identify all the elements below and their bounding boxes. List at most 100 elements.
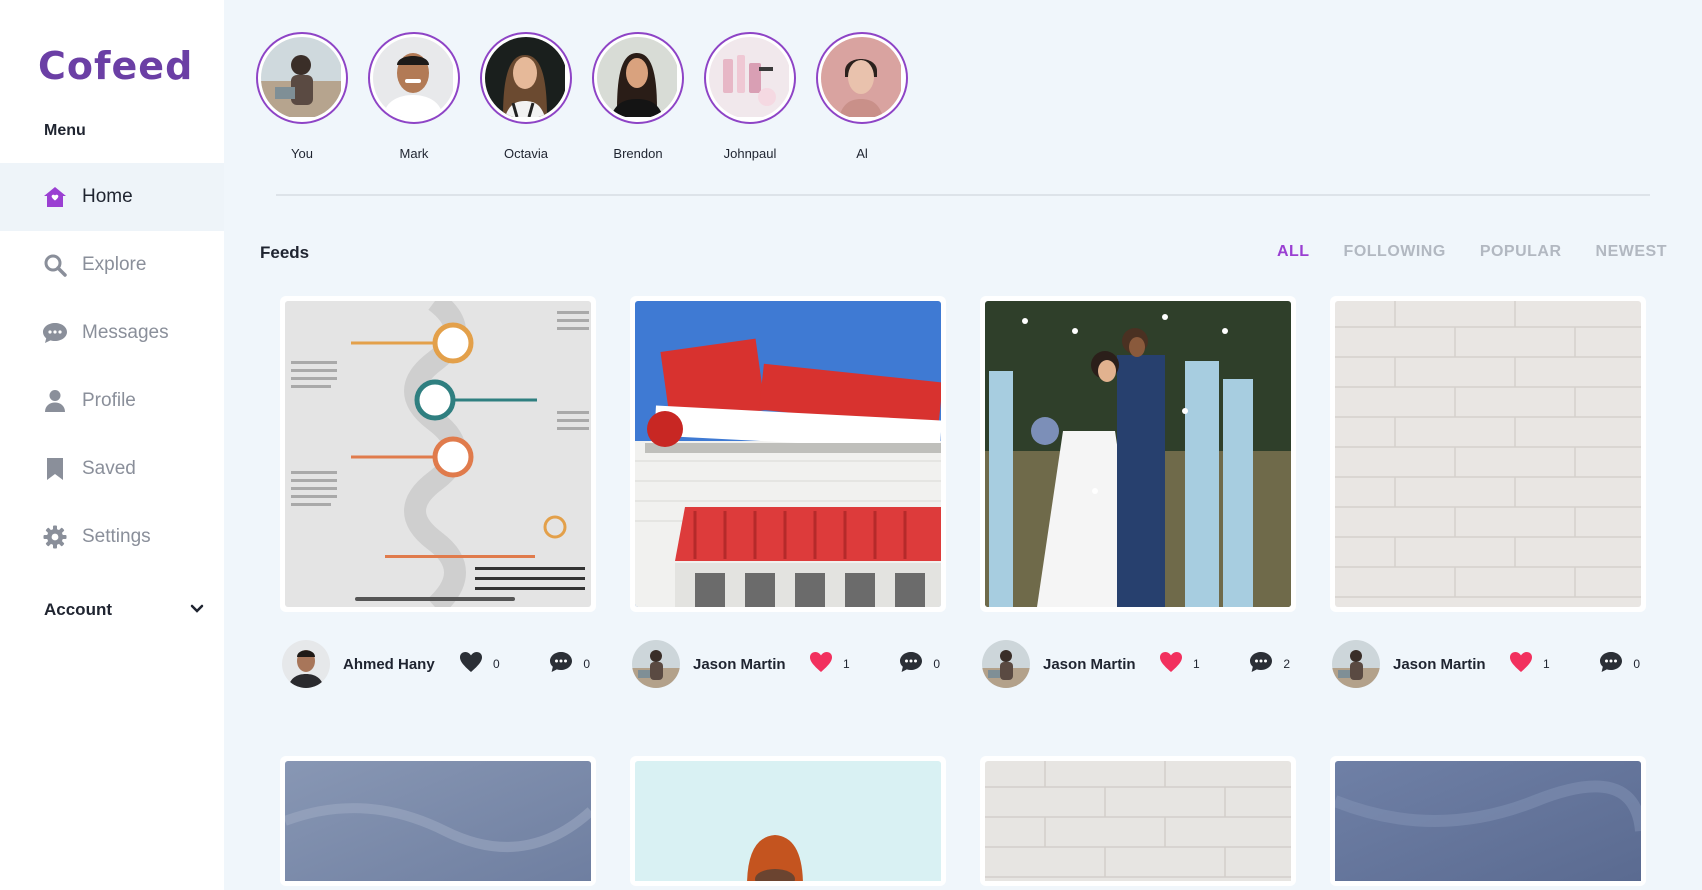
story-item[interactable]: Mark <box>368 32 460 161</box>
comment-button[interactable]: 0 <box>549 651 590 678</box>
sidebar: Cofeed Menu Home Explore Messages Profil… <box>0 0 224 890</box>
like-count: 1 <box>1193 657 1200 671</box>
story-name: Al <box>856 146 868 161</box>
story-avatar <box>709 37 791 119</box>
post-meta: Jason Martin 1 0 <box>1332 638 1648 690</box>
heart-icon <box>809 651 833 678</box>
stories-bar: You Mark Octavia Brendon Johnpaul Al <box>256 32 928 161</box>
section-divider <box>276 194 1650 196</box>
feed-post-card[interactable] <box>980 756 1296 886</box>
search-icon <box>42 252 68 278</box>
post-meta: Jason Martin 1 2 <box>982 638 1298 690</box>
feed-post-card[interactable] <box>280 296 596 612</box>
comment-icon <box>549 651 573 678</box>
sidebar-item-profile[interactable]: Profile <box>0 367 224 435</box>
story-item[interactable]: Octavia <box>480 32 572 161</box>
account-toggle[interactable]: Account <box>44 600 204 620</box>
post-author[interactable]: Jason Martin <box>693 656 803 673</box>
heart-icon <box>1159 651 1183 678</box>
like-button[interactable]: 1 <box>809 651 850 678</box>
comment-button[interactable]: 0 <box>1599 651 1640 678</box>
feed-post-card[interactable] <box>630 756 946 886</box>
story-ring <box>704 32 796 124</box>
tab-all[interactable]: ALL <box>1277 243 1310 261</box>
sidebar-item-saved[interactable]: Saved <box>0 435 224 503</box>
post-author[interactable]: Ahmed Hany <box>343 656 453 673</box>
feed-post-card[interactable] <box>1330 756 1646 886</box>
comment-count: 0 <box>1633 657 1640 671</box>
heart-icon <box>459 651 483 678</box>
story-item[interactable]: You <box>256 32 348 161</box>
chevron-down-icon <box>190 601 204 619</box>
post-author[interactable]: Jason Martin <box>1393 656 1503 673</box>
post-image[interactable] <box>985 761 1291 881</box>
chat-bubble-icon <box>42 320 68 346</box>
comment-count: 2 <box>1283 657 1290 671</box>
feed-post-card[interactable] <box>630 296 946 612</box>
tab-following[interactable]: FOLLOWING <box>1344 243 1446 261</box>
sidebar-item-label: Messages <box>82 322 169 343</box>
story-avatar <box>261 37 343 119</box>
feeds-title: Feeds <box>260 243 310 262</box>
feed-post-card[interactable] <box>1330 296 1646 612</box>
post-image[interactable] <box>635 761 941 881</box>
avatar[interactable] <box>282 640 330 688</box>
story-name: Brendon <box>613 146 663 161</box>
home-icon <box>42 184 68 210</box>
sidebar-item-messages[interactable]: Messages <box>0 299 224 367</box>
account-label: Account <box>44 600 112 619</box>
sidebar-item-label: Profile <box>82 390 136 411</box>
sidebar-item-explore[interactable]: Explore <box>0 231 224 299</box>
like-count: 0 <box>493 657 500 671</box>
story-name: Johnpaul <box>723 146 777 161</box>
comment-button[interactable]: 0 <box>899 651 940 678</box>
app-logo[interactable]: Cofeed <box>38 44 193 88</box>
story-item[interactable]: Johnpaul <box>704 32 796 161</box>
post-meta: Ahmed Hany 0 0 <box>282 638 598 690</box>
comment-count: 0 <box>583 657 590 671</box>
comment-button[interactable]: 2 <box>1249 651 1290 678</box>
avatar[interactable] <box>982 640 1030 688</box>
feed-filter-tabs: ALL FOLLOWING POPULAR NEWEST <box>1243 243 1667 261</box>
story-name: Octavia <box>503 146 549 161</box>
sidebar-item-home[interactable]: Home <box>0 163 224 231</box>
post-image[interactable] <box>985 301 1291 607</box>
story-avatar <box>485 37 567 119</box>
post-meta: Jason Martin 1 0 <box>632 638 948 690</box>
post-image[interactable] <box>285 301 591 607</box>
like-count: 1 <box>1543 657 1550 671</box>
sidebar-item-label: Home <box>82 186 133 207</box>
comment-icon <box>1249 651 1273 678</box>
post-image[interactable] <box>635 301 941 607</box>
story-name: You <box>291 146 313 161</box>
avatar[interactable] <box>1332 640 1380 688</box>
story-ring <box>368 32 460 124</box>
heart-icon <box>1509 651 1533 678</box>
story-name: Mark <box>399 146 429 161</box>
like-button[interactable]: 1 <box>1509 651 1550 678</box>
tab-popular[interactable]: POPULAR <box>1480 243 1562 261</box>
like-button[interactable]: 1 <box>1159 651 1200 678</box>
feed-post-card[interactable] <box>280 756 596 886</box>
like-button[interactable]: 0 <box>459 651 500 678</box>
feed-post-card[interactable] <box>980 296 1296 612</box>
avatar[interactable] <box>632 640 680 688</box>
story-ring <box>256 32 348 124</box>
story-item[interactable]: Brendon <box>592 32 684 161</box>
sidebar-nav: Home Explore Messages Profile Saved Sett… <box>0 163 224 571</box>
story-avatar <box>373 37 455 119</box>
sidebar-item-label: Saved <box>82 458 136 479</box>
like-count: 1 <box>843 657 850 671</box>
gear-icon <box>42 524 68 550</box>
person-icon <box>42 388 68 414</box>
sidebar-item-settings[interactable]: Settings <box>0 503 224 571</box>
story-item[interactable]: Al <box>816 32 908 161</box>
comment-icon <box>1599 651 1623 678</box>
post-image[interactable] <box>1335 761 1641 881</box>
post-author[interactable]: Jason Martin <box>1043 656 1153 673</box>
comment-icon <box>899 651 923 678</box>
post-image[interactable] <box>1335 301 1641 607</box>
post-image[interactable] <box>285 761 591 881</box>
comment-count: 0 <box>933 657 940 671</box>
tab-newest[interactable]: NEWEST <box>1596 243 1667 261</box>
